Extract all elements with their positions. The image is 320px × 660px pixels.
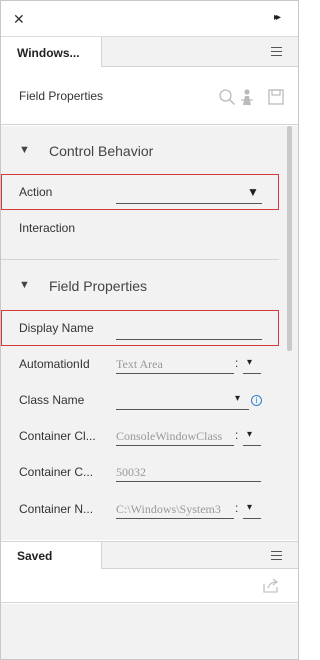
section-title: Field Properties bbox=[49, 278, 148, 294]
action-row[interactable]: Action ▼ bbox=[1, 174, 279, 210]
separator-colon: : bbox=[235, 356, 239, 370]
container-name-dropdown[interactable]: ▾ bbox=[243, 499, 261, 519]
container-class-dropdown[interactable]: ▾ bbox=[243, 426, 261, 446]
section-title: Control Behavior bbox=[49, 143, 154, 159]
saved-toolbar bbox=[1, 569, 298, 603]
chevron-down-icon[interactable]: ▼ bbox=[247, 185, 259, 199]
person-icon[interactable] bbox=[238, 88, 256, 106]
action-dropdown[interactable] bbox=[116, 184, 262, 204]
menu-icon[interactable] bbox=[271, 47, 282, 56]
page-title: Field Properties bbox=[19, 89, 104, 103]
field-properties-header[interactable]: ▼ Field Properties bbox=[1, 270, 281, 300]
export-icon[interactable] bbox=[262, 578, 280, 594]
display-name-label: Display Name bbox=[19, 321, 94, 335]
automation-id-label: AutomationId bbox=[19, 357, 90, 371]
control-behavior-header[interactable]: ▼ Control Behavior bbox=[1, 135, 281, 165]
collapse-triangle-icon[interactable]: ▼ bbox=[19, 144, 30, 156]
separator-colon: : bbox=[235, 428, 239, 442]
search-icon[interactable] bbox=[218, 88, 236, 106]
saved-tab-strip: Saved bbox=[1, 541, 298, 569]
container-class-field[interactable]: ConsoleWindowClass bbox=[116, 426, 234, 446]
container-name-field[interactable]: C:\Windows\System3 bbox=[116, 499, 234, 519]
saved-list bbox=[1, 604, 298, 659]
menu-icon[interactable] bbox=[271, 551, 282, 560]
chevron-down-icon[interactable]: ▾ bbox=[247, 429, 252, 440]
tab-strip: Windows... bbox=[1, 37, 298, 67]
container-c-label: Container C... bbox=[19, 465, 94, 479]
close-icon[interactable]: ✕ bbox=[13, 11, 25, 28]
chevron-down-icon[interactable]: ▾ bbox=[247, 502, 252, 513]
automation-id-dropdown[interactable]: ▾ bbox=[243, 354, 261, 374]
collapse-triangle-icon[interactable]: ▼ bbox=[19, 279, 30, 291]
interaction-label: Interaction bbox=[19, 221, 76, 235]
class-name-label: Class Name bbox=[19, 393, 85, 407]
save-icon[interactable] bbox=[267, 88, 285, 106]
expand-icon[interactable]: ▸▸ bbox=[274, 12, 281, 23]
action-label: Action bbox=[19, 185, 53, 199]
tab-saved[interactable]: Saved bbox=[1, 542, 102, 569]
automation-id-field[interactable]: Text Area bbox=[116, 354, 234, 374]
properties-panel[interactable]: ▼ Control Behavior Action ▼ Interaction … bbox=[1, 126, 298, 540]
container-c-field[interactable]: 50032 bbox=[116, 462, 261, 482]
container-name-label: Container N... bbox=[19, 502, 94, 516]
divider bbox=[1, 259, 279, 260]
chevron-down-icon[interactable]: ▾ bbox=[247, 357, 252, 368]
scrollbar[interactable] bbox=[287, 126, 292, 351]
title-bar: ✕ ▸▸ bbox=[1, 1, 298, 37]
info-icon[interactable]: i bbox=[251, 395, 262, 406]
display-name-input[interactable] bbox=[116, 320, 262, 340]
class-name-field[interactable]: ▾ bbox=[116, 390, 249, 410]
chevron-down-icon[interactable]: ▾ bbox=[235, 393, 240, 404]
container-class-label: Container Cl... bbox=[19, 429, 96, 443]
display-name-row[interactable]: Display Name bbox=[1, 310, 279, 346]
tab-windows[interactable]: Windows... bbox=[1, 37, 102, 67]
separator-colon: : bbox=[235, 501, 239, 515]
subheader: Field Properties bbox=[1, 67, 298, 125]
